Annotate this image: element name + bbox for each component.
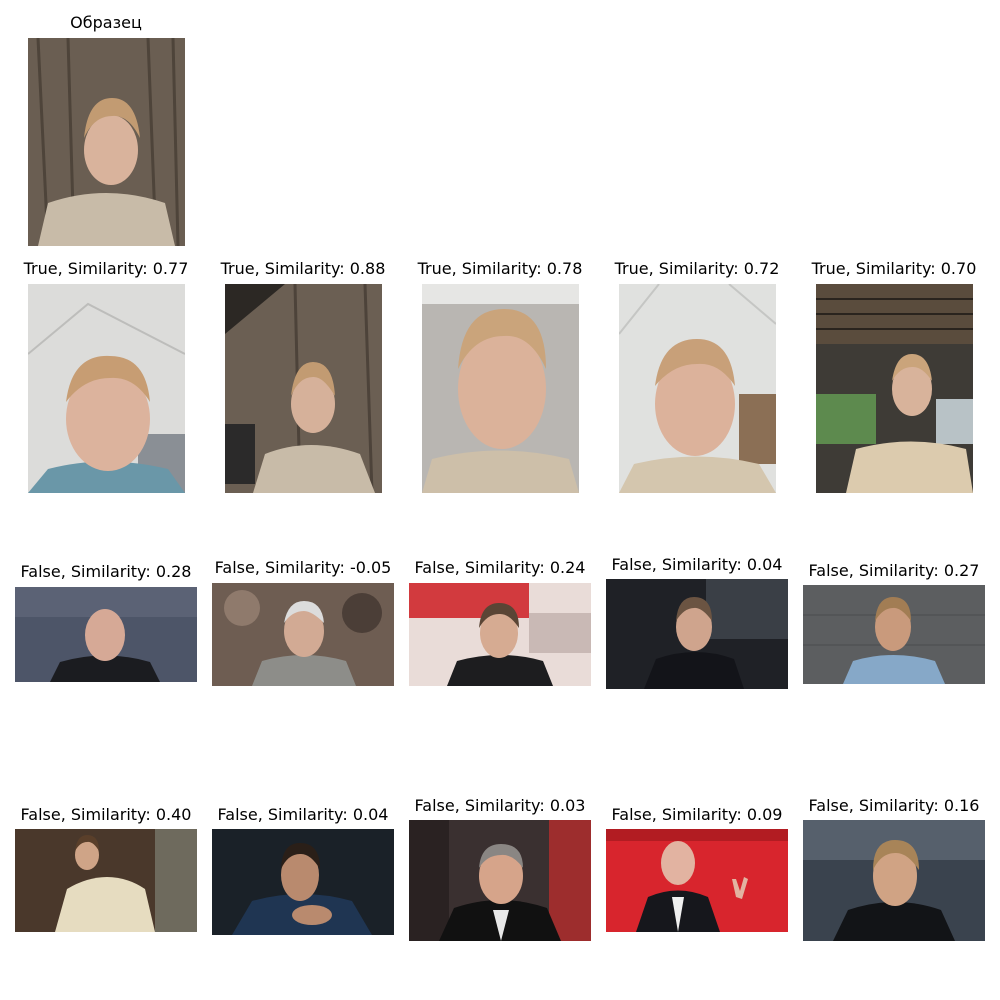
- result-caption: False, Similarity: 0.03: [414, 796, 586, 815]
- result-photo: [15, 587, 197, 682]
- result-caption: False, Similarity: 0.04: [611, 555, 783, 574]
- result-photo: [803, 585, 985, 684]
- result-photo: [606, 829, 788, 932]
- result-caption: True, Similarity: 0.70: [811, 259, 977, 278]
- result-photo: [803, 820, 985, 941]
- result-caption: False, Similarity: 0.04: [217, 805, 389, 824]
- result-photo: [409, 583, 591, 686]
- result-caption: True, Similarity: 0.78: [417, 259, 583, 278]
- result-caption: False, Similarity: 0.16: [808, 796, 980, 815]
- result-caption: False, Similarity: 0.28: [20, 562, 192, 581]
- result-photo: [212, 583, 394, 686]
- result-caption: False, Similarity: 0.40: [20, 805, 192, 824]
- result-photo: [606, 579, 788, 689]
- result-photo: [28, 284, 185, 493]
- result-caption: False, Similarity: 0.09: [611, 805, 783, 824]
- result-photo: [409, 820, 591, 941]
- result-caption: True, Similarity: 0.77: [23, 259, 189, 278]
- result-caption: True, Similarity: 0.72: [614, 259, 780, 278]
- result-photo: [15, 829, 197, 932]
- result-photo: [212, 829, 394, 935]
- result-caption: False, Similarity: -0.05: [214, 558, 392, 577]
- result-caption: False, Similarity: 0.24: [414, 558, 586, 577]
- result-photo: [816, 284, 973, 493]
- result-photo: [619, 284, 776, 493]
- reference-caption: Образец: [70, 13, 142, 32]
- result-caption: False, Similarity: 0.27: [808, 561, 980, 580]
- reference-photo: [28, 38, 185, 246]
- result-caption: True, Similarity: 0.88: [220, 259, 386, 278]
- result-photo: [422, 284, 579, 493]
- result-photo: [225, 284, 382, 493]
